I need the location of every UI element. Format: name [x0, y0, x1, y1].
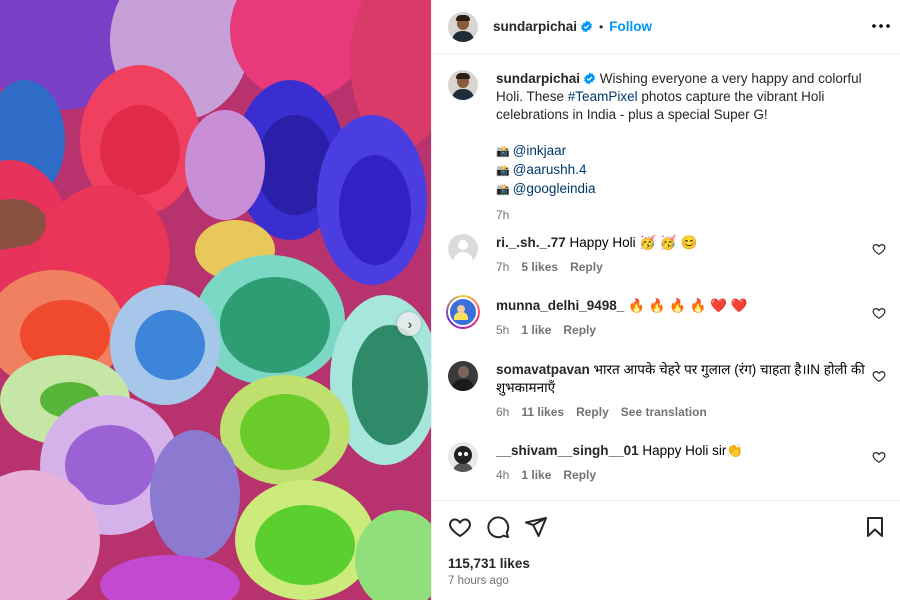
verified-badge-icon	[584, 72, 595, 85]
more-options-icon[interactable]	[869, 14, 893, 38]
share-paper-plane-icon[interactable]	[524, 515, 548, 539]
next-photo-button[interactable]: ›	[397, 312, 421, 336]
mention-link[interactable]: @inkjaar	[513, 143, 566, 158]
comment-text: Happy Holi sir👏	[638, 443, 744, 458]
post-sidebar: sundarpichai • Follow sundarpichai Wishi…	[431, 0, 900, 600]
like-heart-icon[interactable]	[448, 515, 472, 539]
post-header: sundarpichai • Follow	[432, 0, 900, 54]
reply-button[interactable]: Reply	[563, 321, 596, 339]
author-username[interactable]: sundarpichai	[493, 19, 577, 34]
caption-timestamp[interactable]: 7h	[496, 206, 866, 224]
commenter-avatar[interactable]	[448, 442, 478, 472]
post-timestamp[interactable]: 7 hours ago	[448, 575, 509, 587]
commenter-avatar[interactable]	[446, 295, 480, 329]
commenter-username[interactable]: ri._.sh._.77	[496, 235, 566, 250]
comment-time[interactable]: 4h	[496, 466, 509, 484]
caption-author-username[interactable]: sundarpichai	[496, 71, 580, 86]
comment-item: munna_delhi_9498_ 🔥 🔥 🔥 🔥 ❤️ ❤️ 5h 1 lik…	[446, 295, 888, 339]
see-translation-link[interactable]: See translation	[621, 403, 707, 421]
comment-time[interactable]: 5h	[496, 321, 509, 339]
comment-item: ri._.sh._.77 Happy Holi 🥳 🥳 😊 7h 5 likes…	[448, 234, 888, 276]
like-comment-heart-icon[interactable]	[872, 242, 886, 256]
hashtag-link[interactable]: #TeamPixel	[568, 89, 638, 104]
comment-text: Happy Holi 🥳 🥳 😊	[565, 235, 698, 250]
commenter-avatar[interactable]	[448, 234, 478, 264]
likes-count[interactable]: 115,731 likes	[448, 556, 530, 571]
follow-button[interactable]: Follow	[609, 19, 652, 34]
comment-item: __shivam__singh__01 Happy Holi sir👏 4h 1…	[448, 442, 888, 484]
caption-author-avatar[interactable]	[448, 70, 478, 100]
camera-icon: 📸	[496, 146, 510, 158]
comment-time[interactable]: 7h	[496, 258, 509, 276]
commenter-username[interactable]: somavatpavan	[496, 362, 590, 377]
like-comment-heart-icon[interactable]	[872, 306, 886, 320]
comment-time[interactable]: 6h	[496, 403, 509, 421]
comment-likes[interactable]: 11 likes	[521, 403, 564, 421]
comment-text: 🔥 🔥 🔥 🔥 ❤️ ❤️	[624, 298, 748, 313]
author-avatar[interactable]	[448, 11, 478, 42]
commenter-username[interactable]: __shivam__singh__01	[496, 443, 639, 458]
post-caption: sundarpichai Wishing everyone a very hap…	[448, 70, 888, 224]
verified-badge-icon	[581, 20, 592, 33]
like-comment-heart-icon[interactable]	[872, 369, 886, 383]
reply-button[interactable]: Reply	[563, 466, 596, 484]
comment-likes[interactable]: 5 likes	[521, 258, 558, 276]
reply-button[interactable]: Reply	[570, 258, 603, 276]
commenter-username[interactable]: munna_delhi_9498_	[496, 298, 624, 313]
camera-icon: 📸	[496, 165, 510, 177]
like-comment-heart-icon[interactable]	[872, 450, 886, 464]
holi-color-bags-image	[0, 0, 431, 600]
mention-link[interactable]: @aarushh.4	[513, 162, 587, 177]
comment-bubble-icon[interactable]	[486, 515, 510, 539]
commenter-avatar[interactable]	[448, 361, 478, 391]
save-bookmark-icon[interactable]	[863, 515, 887, 539]
photo-credits: 📸 @inkjaar 📸 @aarushh.4 📸 @googleindia	[496, 142, 866, 199]
post-viewer: › sundarpichai • Follow sundarpichai Wis…	[0, 0, 900, 600]
post-photo[interactable]: ›	[0, 0, 431, 600]
comment-item: somavatpavan भारत आपके चेहरे पर गुलाल (र…	[448, 361, 888, 421]
comment-likes[interactable]: 1 like	[521, 466, 551, 484]
mention-link[interactable]: @googleindia	[513, 181, 596, 196]
reply-button[interactable]: Reply	[576, 403, 609, 421]
post-action-bar: 115,731 likes 7 hours ago	[432, 500, 900, 600]
comment-likes[interactable]: 1 like	[521, 321, 551, 339]
camera-icon: 📸	[496, 184, 510, 196]
chevron-right-icon: ›	[407, 316, 413, 332]
separator-dot: •	[599, 19, 604, 34]
